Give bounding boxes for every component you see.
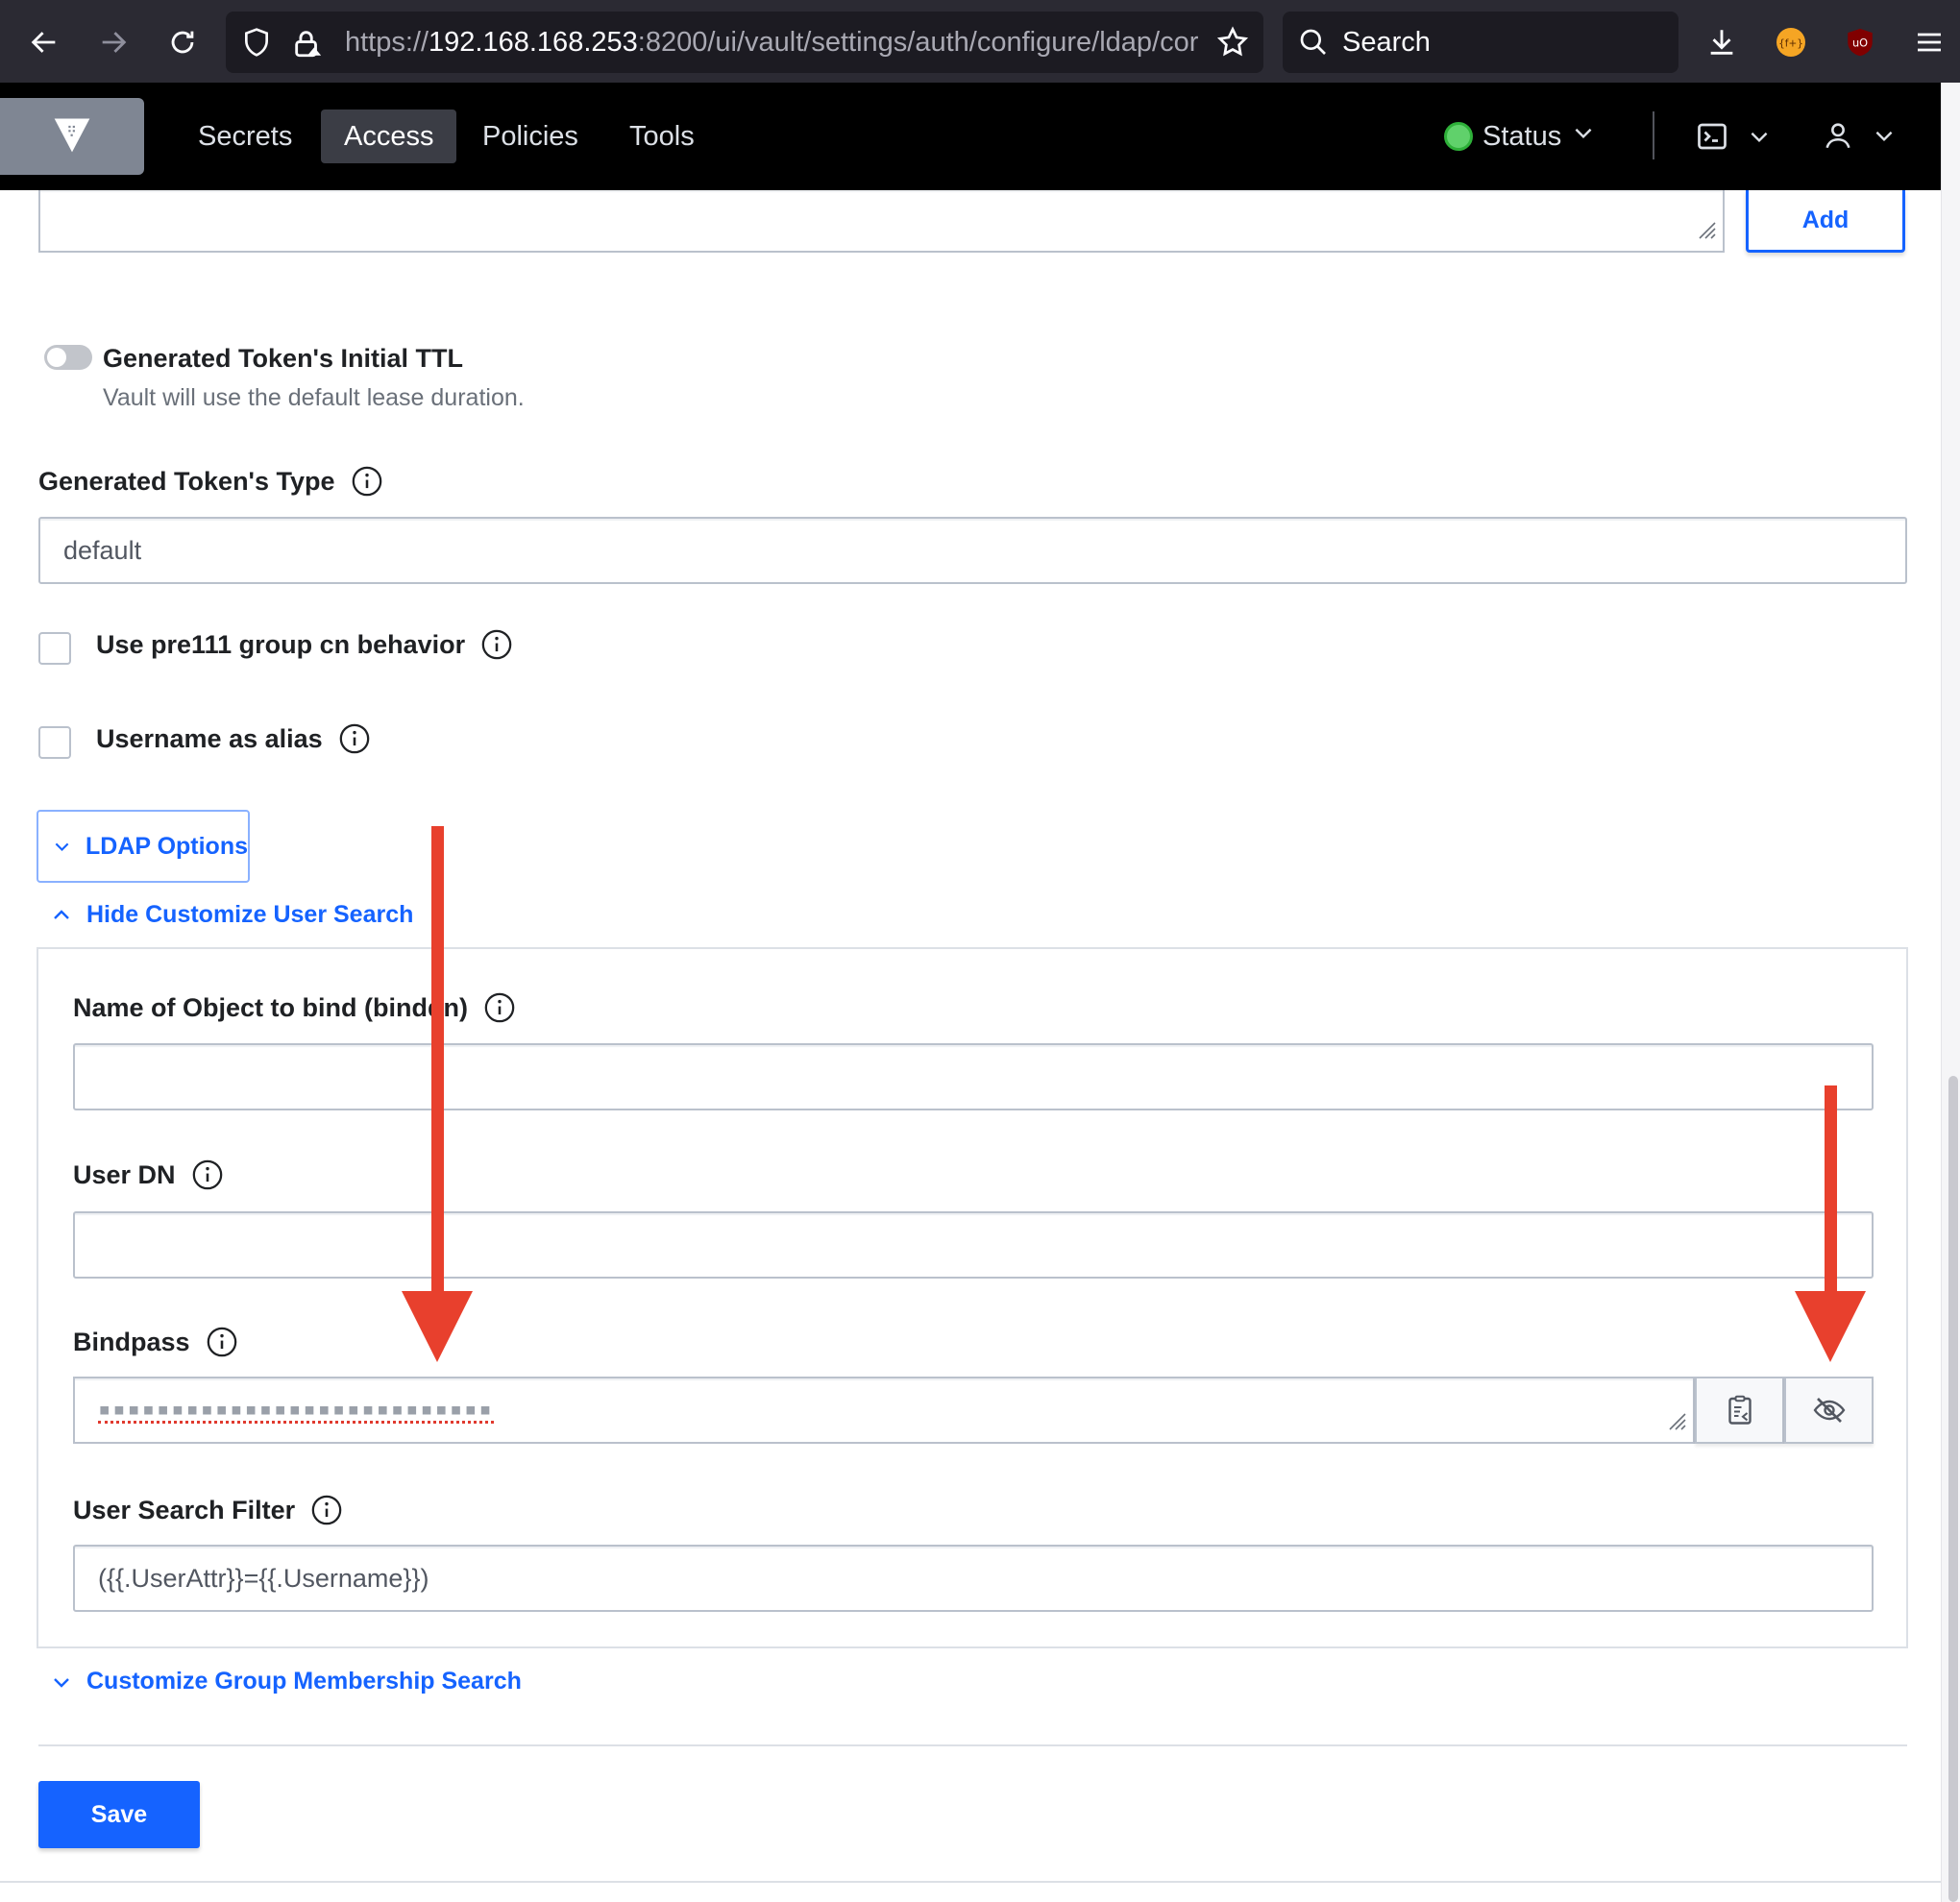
bindpass-label: Bindpass xyxy=(73,1326,238,1358)
url-bar[interactable]: https://192.168.168.253:8200/ui/vault/se… xyxy=(226,12,1263,73)
nav-divider xyxy=(1653,111,1654,159)
token-type-select[interactable]: default xyxy=(38,517,1907,584)
search-icon xyxy=(1298,27,1329,62)
user-filter-label: User Search Filter xyxy=(73,1494,343,1526)
vault-logo-icon xyxy=(51,113,93,160)
save-button[interactable]: Save xyxy=(38,1781,200,1848)
copy-button[interactable] xyxy=(1695,1377,1784,1444)
ldap-options-label: LDAP Options xyxy=(86,832,248,860)
hamburger-menu-icon[interactable] xyxy=(1904,17,1954,67)
ldap-options-toggle[interactable]: LDAP Options xyxy=(37,810,250,883)
nav-secrets[interactable]: Secrets xyxy=(175,110,315,163)
resize-grip-icon[interactable] xyxy=(1694,217,1717,245)
info-icon[interactable] xyxy=(351,465,383,498)
ttl-help-text: Vault will use the default lease duratio… xyxy=(103,384,525,411)
copy-icon xyxy=(1727,1395,1752,1425)
scrollbar-thumb[interactable] xyxy=(1948,1076,1958,1902)
search-label: Search xyxy=(1342,27,1431,58)
status-indicator xyxy=(1444,122,1473,151)
token-type-label: Generated Token's Type xyxy=(38,465,383,498)
download-icon[interactable] xyxy=(1697,17,1747,67)
bindpass-textarea[interactable]: ▪▪▪▪▪▪▪▪▪▪▪▪▪▪▪▪▪▪▪▪▪▪▪▪▪▪▪ xyxy=(73,1377,1695,1444)
lock-icon[interactable] xyxy=(291,27,324,64)
chevron-down-icon xyxy=(1747,124,1772,154)
bindpass-title: Bindpass xyxy=(73,1327,190,1356)
hide-user-search-toggle[interactable]: Hide Customize User Search xyxy=(50,901,413,929)
shield-icon[interactable] xyxy=(241,27,272,62)
username-alias-checkbox[interactable] xyxy=(38,726,71,759)
chevron-down-icon xyxy=(1571,120,1596,153)
hide-user-search-label: Hide Customize User Search xyxy=(86,901,414,928)
forward-arrow-icon[interactable] xyxy=(88,17,138,67)
info-icon[interactable] xyxy=(338,722,371,755)
url-text[interactable]: https://192.168.168.253:8200/ui/vault/se… xyxy=(345,12,1200,73)
ublock-icon[interactable]: uO xyxy=(1835,17,1885,67)
url-path: :8200/ui/vault/settings/auth/configure/l… xyxy=(637,27,1199,58)
userdn-title: User DN xyxy=(73,1159,176,1189)
info-icon[interactable] xyxy=(480,628,513,661)
resize-grip-icon[interactable] xyxy=(1664,1408,1687,1436)
form-divider xyxy=(38,1744,1907,1746)
status-label: Status xyxy=(1482,120,1562,152)
binddn-input[interactable] xyxy=(73,1043,1874,1110)
ttl-toggle[interactable] xyxy=(44,345,92,370)
nav-access[interactable]: Access xyxy=(321,110,457,163)
token-type-value: default xyxy=(63,535,142,565)
add-button[interactable]: Add xyxy=(1746,190,1905,253)
status-menu[interactable]: Status xyxy=(1444,110,1596,163)
chevron-up-icon xyxy=(54,909,69,919)
username-alias-label: Username as alias xyxy=(96,722,371,755)
chevron-down-icon xyxy=(55,842,69,851)
terminal-icon xyxy=(1695,119,1729,158)
browser-toolbar: https://192.168.168.253:8200/ui/vault/se… xyxy=(0,0,1960,83)
nav-tools[interactable]: Tools xyxy=(606,110,718,163)
extension-icon[interactable]: {f+} xyxy=(1766,17,1816,67)
console-menu[interactable] xyxy=(1695,119,1772,158)
token-type-title: Generated Token's Type xyxy=(38,466,335,496)
user-search-panel: Name of Object to bind (binddn) User DN … xyxy=(37,947,1908,1648)
star-icon[interactable] xyxy=(1215,25,1250,64)
userdn-label: User DN xyxy=(73,1158,224,1191)
back-arrow-icon[interactable] xyxy=(19,17,69,67)
info-icon[interactable] xyxy=(206,1326,238,1358)
user-filter-input[interactable]: ({{.UserAttr}}={{.Username}}) xyxy=(73,1545,1874,1612)
svg-text:uO: uO xyxy=(1852,36,1868,49)
page-footer-divider xyxy=(0,1881,1941,1883)
list-textarea[interactable] xyxy=(38,190,1725,253)
browser-search-box[interactable]: Search xyxy=(1283,12,1678,73)
ttl-title: Generated Token's Initial TTL xyxy=(103,344,463,373)
info-icon[interactable] xyxy=(191,1158,224,1191)
chevron-down-icon xyxy=(54,1677,69,1688)
chevron-down-icon xyxy=(1872,123,1897,153)
username-alias-title: Username as alias xyxy=(96,723,323,753)
toggle-visibility-button[interactable] xyxy=(1784,1377,1874,1444)
svg-text:{f+}: {f+} xyxy=(1778,38,1803,50)
url-host: 192.168.168.253 xyxy=(429,27,638,58)
eye-off-icon xyxy=(1813,1398,1845,1423)
vault-top-nav: Secrets Access Policies Tools Status xyxy=(0,83,1941,190)
user-icon xyxy=(1822,119,1854,157)
pre111-title: Use pre111 group cn behavior xyxy=(96,629,466,659)
user-filter-title: User Search Filter xyxy=(73,1495,296,1524)
user-menu[interactable] xyxy=(1822,119,1897,157)
user-filter-value: ({{.UserAttr}}={{.Username}}) xyxy=(98,1563,429,1593)
pre111-label: Use pre111 group cn behavior xyxy=(96,628,513,661)
bindpass-field: ▪▪▪▪▪▪▪▪▪▪▪▪▪▪▪▪▪▪▪▪▪▪▪▪▪▪▪ xyxy=(73,1377,1874,1444)
bindpass-masked-value: ▪▪▪▪▪▪▪▪▪▪▪▪▪▪▪▪▪▪▪▪▪▪▪▪▪▪▪ xyxy=(98,1398,494,1424)
binddn-label: Name of Object to bind (binddn) xyxy=(73,991,516,1024)
binddn-title: Name of Object to bind (binddn) xyxy=(73,992,468,1022)
info-icon[interactable] xyxy=(483,991,516,1024)
info-icon[interactable] xyxy=(310,1494,343,1526)
group-search-toggle[interactable]: Customize Group Membership Search xyxy=(50,1668,522,1695)
group-search-label: Customize Group Membership Search xyxy=(86,1668,522,1695)
userdn-input[interactable] xyxy=(73,1211,1874,1279)
pre111-checkbox[interactable] xyxy=(38,632,71,665)
url-prefix: https:// xyxy=(345,27,429,58)
reload-icon[interactable] xyxy=(158,17,208,67)
vault-home-link[interactable] xyxy=(0,98,144,175)
nav-policies[interactable]: Policies xyxy=(459,110,601,163)
